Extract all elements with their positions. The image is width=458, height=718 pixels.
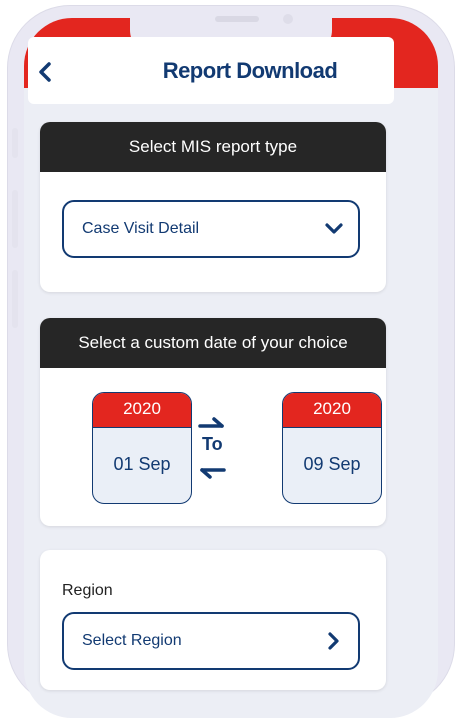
report-type-select[interactable]: Case Visit Detail [62,200,360,258]
report-type-value: Case Visit Detail [82,220,200,237]
region-label: Region [62,582,113,599]
phone-side-button [12,190,18,248]
region-select[interactable]: Select Region [62,612,360,670]
report-type-card: Select MIS report type Case Visit Detail [40,122,386,292]
back-arrow-icon[interactable] [36,60,56,84]
to-label: To [202,434,223,454]
page-title: Report Download [162,58,338,83]
report-type-heading: Select MIS report type [40,122,386,172]
chevron-down-icon [324,219,344,239]
from-date-picker[interactable]: 2020 01 Sep [92,392,192,504]
notch-speaker [215,16,259,22]
date-range-heading: Select a custom date of your choice [40,318,386,368]
chevron-right-icon [324,631,344,651]
swap-dates-icon[interactable]: To [194,416,230,480]
from-date-year: 2020 [93,393,191,428]
to-date-day: 09 Sep [303,454,361,474]
region-card: Region Select Region [40,550,386,690]
phone-side-button [12,270,18,328]
from-date-day: 01 Sep [113,454,171,474]
to-date-year: 2020 [283,393,381,428]
notch-camera [283,14,293,24]
date-range-card: Select a custom date of your choice 2020… [40,318,386,526]
region-placeholder: Select Region [82,632,182,649]
to-date-picker[interactable]: 2020 09 Sep [282,392,382,504]
phone-side-button [12,128,18,158]
